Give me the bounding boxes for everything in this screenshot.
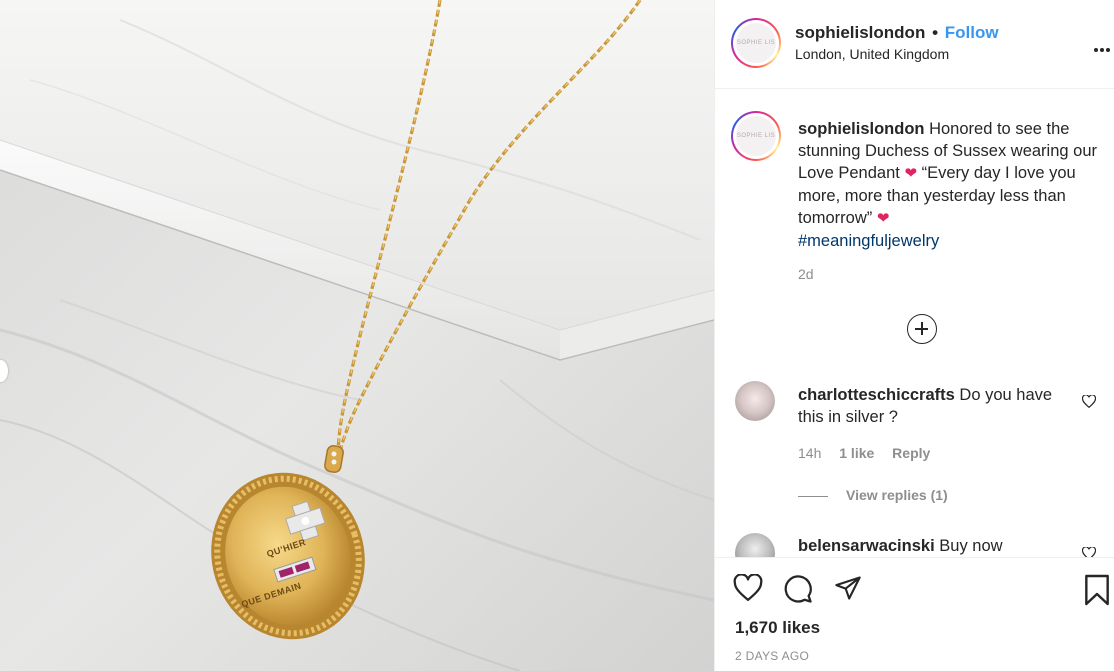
comment-bubble-icon[interactable]: [783, 574, 813, 604]
comment-username[interactable]: belensarwacinski: [798, 537, 935, 555]
red-heart-icon: ❤: [876, 210, 890, 227]
caption: sophielislondon Honored to see the stunn…: [798, 118, 1098, 252]
heart-outline-icon[interactable]: [733, 573, 763, 604]
paper-plane-icon[interactable]: [833, 574, 863, 604]
reply-button[interactable]: Reply: [892, 445, 930, 461]
comment-body: Buy now: [939, 537, 1003, 555]
post-photo[interactable]: QU'HIER QUE DEMAIN: [0, 0, 714, 671]
caption-timestamp[interactable]: 2d: [798, 266, 814, 282]
plus-circle-icon[interactable]: [907, 314, 937, 344]
likes-count[interactable]: 1,670 likes: [735, 618, 820, 638]
bookmark-icon[interactable]: [1083, 574, 1113, 606]
comment-text: belensarwacinski Buy now: [798, 535, 1068, 557]
comment-time[interactable]: 14h: [798, 445, 821, 461]
comments-scroll-area[interactable]: SOPHIE LIS sophielislondon Honored to se…: [715, 89, 1114, 557]
necklace-image: [0, 0, 714, 671]
header-username[interactable]: sophielislondon: [795, 23, 925, 42]
post-header: SOPHIE LIS sophielislondon • Follow Lond…: [715, 0, 1114, 89]
caption-username[interactable]: sophielislondon: [798, 120, 925, 138]
action-bar: 1,670 likes 2 DAYS AGO: [715, 557, 1114, 671]
post-panel: SOPHIE LIS sophielislondon • Follow Lond…: [714, 0, 1114, 671]
comment-avatar[interactable]: [735, 533, 775, 557]
hashtag-link[interactable]: #meaningfuljewelry: [798, 232, 939, 250]
caption-avatar[interactable]: SOPHIE LIS: [731, 111, 781, 161]
header-user-line: sophielislondon • Follow: [795, 23, 999, 43]
replies-divider: [798, 495, 828, 497]
avatar[interactable]: SOPHIE LIS: [731, 18, 781, 68]
separator: •: [932, 23, 939, 42]
caption-avatar-logo: SOPHIE LIS: [736, 116, 776, 156]
comment-avatar[interactable]: [735, 381, 775, 421]
post-date[interactable]: 2 DAYS AGO: [735, 649, 809, 663]
heart-outline-icon[interactable]: [1081, 394, 1097, 409]
comment-text: charlotteschiccrafts Do you have this in…: [798, 384, 1068, 428]
avatar-logo: SOPHIE LIS: [736, 23, 776, 63]
view-replies-button[interactable]: View replies (1): [798, 487, 948, 503]
comment-likes[interactable]: 1 like: [839, 445, 874, 461]
comment-username[interactable]: charlotteschiccrafts: [798, 386, 955, 404]
comment-meta: 14h 1 like Reply: [798, 445, 944, 461]
more-dots-icon[interactable]: [1093, 36, 1111, 59]
view-replies-label: View replies (1): [846, 487, 948, 503]
follow-button[interactable]: Follow: [945, 23, 999, 42]
location-link[interactable]: London, United Kingdom: [795, 46, 949, 62]
red-heart-icon: ❤: [904, 165, 918, 182]
heart-outline-icon[interactable]: [1081, 546, 1097, 557]
